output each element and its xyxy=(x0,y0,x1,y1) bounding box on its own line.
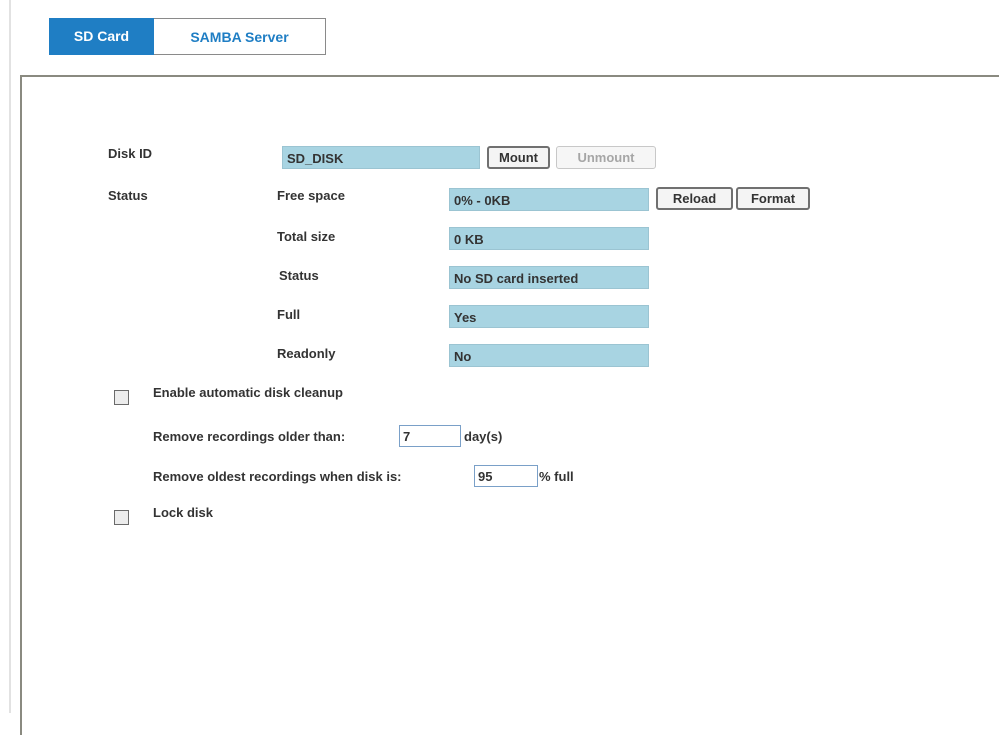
mount-button[interactable]: Mount xyxy=(487,146,550,169)
readonly-label: Readonly xyxy=(277,346,336,361)
full-field: Yes xyxy=(449,305,649,328)
card-status-field: No SD card inserted xyxy=(449,266,649,289)
tab-bar: SD Card SAMBA Server xyxy=(49,18,326,55)
enable-cleanup-label: Enable automatic disk cleanup xyxy=(153,385,343,400)
tab-samba-server[interactable]: SAMBA Server xyxy=(154,18,326,55)
disk-id-field: SD_DISK xyxy=(282,146,480,169)
card-status-label: Status xyxy=(279,268,319,283)
free-space-label: Free space xyxy=(277,188,345,203)
older-than-input[interactable] xyxy=(399,425,461,447)
lock-disk-checkbox[interactable] xyxy=(114,510,129,525)
disk-full-label: Remove oldest recordings when disk is: xyxy=(153,469,402,484)
total-size-label: Total size xyxy=(277,229,336,244)
lock-disk-label: Lock disk xyxy=(153,505,213,520)
tab-sd-card[interactable]: SD Card xyxy=(49,18,154,55)
disk-full-input[interactable] xyxy=(474,465,538,487)
disk-id-label: Disk ID xyxy=(108,146,153,161)
readonly-field: No xyxy=(449,344,649,367)
sd-card-panel xyxy=(20,75,999,735)
enable-cleanup-checkbox[interactable] xyxy=(114,390,129,405)
total-size-field: 0 KB xyxy=(449,227,649,250)
unmount-button: Unmount xyxy=(556,146,656,169)
older-than-label: Remove recordings older than: xyxy=(153,429,346,444)
older-than-unit: day(s) xyxy=(464,429,503,444)
full-label: Full xyxy=(277,307,301,322)
disk-full-unit: % full xyxy=(539,469,574,484)
format-button[interactable]: Format xyxy=(736,187,810,210)
reload-button[interactable]: Reload xyxy=(656,187,733,210)
page-left-border xyxy=(9,0,11,713)
free-space-field: 0% - 0KB xyxy=(449,188,649,211)
status-section-label: Status xyxy=(108,188,148,203)
